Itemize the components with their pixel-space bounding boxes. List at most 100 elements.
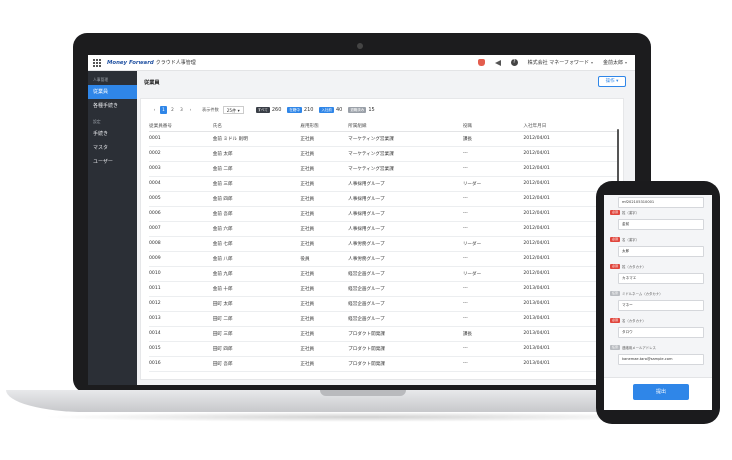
table-cell: リーダー — [462, 266, 524, 282]
table-cell: --- — [462, 161, 524, 177]
brand-logo[interactable]: Money Forward — [107, 60, 154, 66]
megaphone-icon[interactable] — [494, 59, 501, 66]
status-filter-count: 210 — [303, 107, 314, 113]
table-row[interactable]: 0016 田町 吾郎 正社員 プロダクト開発課 --- 2013/04/01 — [149, 356, 619, 372]
table-cell: 田町 吾郎 — [212, 356, 301, 372]
table-cell: 2012/04/01 — [523, 146, 619, 162]
table-cell: 0005 — [149, 191, 213, 207]
column-header[interactable]: 雇用形態 — [300, 121, 349, 132]
sidebar-item-master[interactable]: マスタ — [88, 141, 137, 155]
table-cell: 課長 — [462, 326, 524, 342]
table-cell: 課長 — [462, 131, 524, 147]
prev-page-button[interactable]: ‹ — [151, 106, 158, 114]
form-field-label: 任意 ミドルネーム（カタカナ） — [610, 291, 663, 296]
table-cell: 正社員 — [300, 326, 349, 342]
laptop-camera — [357, 43, 363, 49]
table-row[interactable]: 0015 田町 四郎 正社員 プロダクト開発課 --- 2013/04/01 — [149, 341, 619, 357]
table-row[interactable]: 0010 金前 九郎 正社員 経営企画グループ リーダー 2012/04/01 — [149, 266, 619, 282]
form-input[interactable]: タロウ — [618, 327, 704, 338]
form-input[interactable]: カネマエ — [618, 273, 704, 284]
company-switcher[interactable]: 株式会社 マネーフォワード ▾ — [528, 59, 593, 66]
status-filter-chip[interactable]: すべて 260 — [255, 107, 282, 113]
status-filter-count: 40 — [335, 107, 343, 113]
table-cell: 正社員 — [300, 341, 349, 357]
top-right-area: ? 株式会社 マネーフォワード ▾ 金前太郎 ▾ — [477, 59, 627, 66]
table-row[interactable]: 0003 金前 二郎 正社員 マーケティング営業課 --- 2012/04/01 — [149, 161, 619, 177]
page-1-button[interactable]: 1 — [160, 106, 167, 114]
status-filter-label: 退職済み — [348, 107, 367, 113]
table-cell: 正社員 — [300, 221, 349, 237]
table-row[interactable]: 0013 田町 二郎 正社員 経営企画グループ --- 2013/04/01 — [149, 311, 619, 327]
page-2-button[interactable]: 2 — [169, 106, 176, 114]
help-icon[interactable]: ? — [510, 59, 518, 66]
table-row[interactable]: 0011 金前 十郎 正社員 経営企画グループ --- 2013/04/01 — [149, 281, 619, 297]
column-header[interactable]: 入社年月日 — [523, 121, 619, 132]
table-cell: 経営企画グループ — [348, 281, 463, 297]
table-cell: マーケティング営業課 — [348, 146, 463, 162]
table-row[interactable]: 0008 金前 七郎 正社員 人事労務グループ リーダー 2012/04/01 — [149, 236, 619, 252]
column-header[interactable]: 所属組織 — [348, 121, 463, 132]
sidebar-item-procedures[interactable]: 各種手続き — [88, 99, 137, 113]
next-page-button[interactable]: › — [187, 106, 194, 114]
laptop-shadow — [40, 412, 680, 422]
employee-list-panel: ‹ 1 2 3 › 表示件数 25件 ▾ すべて 260 在籍中 210 入社前 40 退職… — [140, 98, 624, 380]
submit-button[interactable]: 提出 — [633, 384, 689, 400]
table-cell: 金前 九郎 — [212, 266, 301, 282]
table-row[interactable]: 0001 金前 ミドル 則明 正社員 マーケティング営業課 課長 2012/04/01 — [149, 131, 619, 147]
table-cell: マーケティング営業課 — [348, 131, 463, 147]
table-row[interactable]: 0007 金前 六郎 正社員 人事採用グループ --- 2012/04/01 — [149, 221, 619, 237]
actions-button[interactable]: 操作 ▾ — [598, 76, 626, 87]
table-row[interactable]: 0006 金前 吾郎 正社員 人事採用グループ --- 2012/04/01 — [149, 206, 619, 222]
form-field-label-text: 名（カタカナ） — [622, 319, 646, 323]
devices-mockup: Money Forward クラウド人事管理 ? 株式会社 マネーフォワード ▾ … — [0, 0, 732, 460]
table-scrollbar[interactable] — [617, 129, 619, 189]
table-row[interactable]: 0005 金前 四郎 正社員 人事採用グループ --- 2012/04/01 — [149, 191, 619, 207]
table-row[interactable]: 0014 田町 三郎 正社員 プロダクト開発課 課長 2013/04/01 — [149, 326, 619, 342]
notification-icon[interactable] — [477, 59, 485, 66]
column-header[interactable]: 氏名 — [212, 121, 301, 132]
sidebar-item-procedure-settings[interactable]: 手続き — [88, 127, 137, 141]
table-cell: 役員 — [300, 251, 349, 267]
table-cell: 0004 — [149, 176, 213, 192]
table-row[interactable]: 0002 金前 太郎 正社員 マーケティング営業課 --- 2012/04/01 — [149, 146, 619, 162]
table-row[interactable]: 0012 田町 太郎 正社員 経営企画グループ --- 2013/04/01 — [149, 296, 619, 312]
table-cell: 経営企画グループ — [348, 311, 463, 327]
form-input[interactable]: 太郎 — [618, 246, 704, 257]
table-cell: --- — [462, 146, 524, 162]
column-header[interactable]: 従業員番号 — [149, 121, 213, 132]
table-cell: 正社員 — [300, 176, 349, 192]
app-grid-icon[interactable] — [93, 58, 101, 67]
table-cell: 0012 — [149, 296, 213, 312]
table-cell: 0016 — [149, 356, 213, 372]
form-field-label-text: 連絡用メールアドレス — [622, 346, 656, 350]
sidebar-group-hr: 人事管理 — [93, 77, 109, 82]
form-input[interactable]: 金前 — [618, 219, 704, 230]
form-field-label: 必須 姓（漢字） — [610, 210, 639, 215]
table-cell: 正社員 — [300, 131, 349, 147]
form-input[interactable]: マネー — [618, 300, 704, 311]
status-filter-chip[interactable]: 在籍中 210 — [287, 107, 313, 113]
table-cell: 正社員 — [300, 311, 349, 327]
sidebar-item-employees[interactable]: 従業員 — [88, 85, 137, 99]
status-filter-count: 260 — [271, 107, 282, 113]
chevron-down-icon: ▾ — [624, 60, 627, 65]
table-cell: --- — [462, 341, 524, 357]
user-menu[interactable]: 金前太郎 ▾ — [603, 59, 627, 66]
table-cell: --- — [462, 356, 524, 372]
sidebar-item-users[interactable]: ユーザー — [88, 155, 137, 169]
table-cell: 金前 二郎 — [212, 161, 301, 177]
status-filter-chip[interactable]: 退職済み 15 — [348, 107, 375, 113]
form-input[interactable]: mf202105310001 — [618, 197, 704, 208]
page-3-button[interactable]: 3 — [178, 106, 185, 114]
required-badge: 必須 — [610, 264, 621, 269]
per-page-select[interactable]: 25件 ▾ — [222, 106, 244, 114]
table-row[interactable]: 0009 金前 八郎 役員 人事労務グループ --- 2012/04/01 — [149, 251, 619, 267]
table-cell: --- — [462, 281, 524, 297]
table-cell: 0001 — [149, 131, 213, 147]
status-filter-chip[interactable]: 入社前 40 — [319, 107, 342, 113]
form-input[interactable]: kanemae.taro@sample.com — [618, 354, 704, 365]
table-cell: 金前 六郎 — [212, 221, 301, 237]
required-badge: 必須 — [610, 210, 621, 215]
table-row[interactable]: 0004 金前 三郎 正社員 人事採用グループ リーダー 2012/04/01 — [149, 176, 619, 192]
column-header[interactable]: 役職 — [462, 121, 524, 132]
